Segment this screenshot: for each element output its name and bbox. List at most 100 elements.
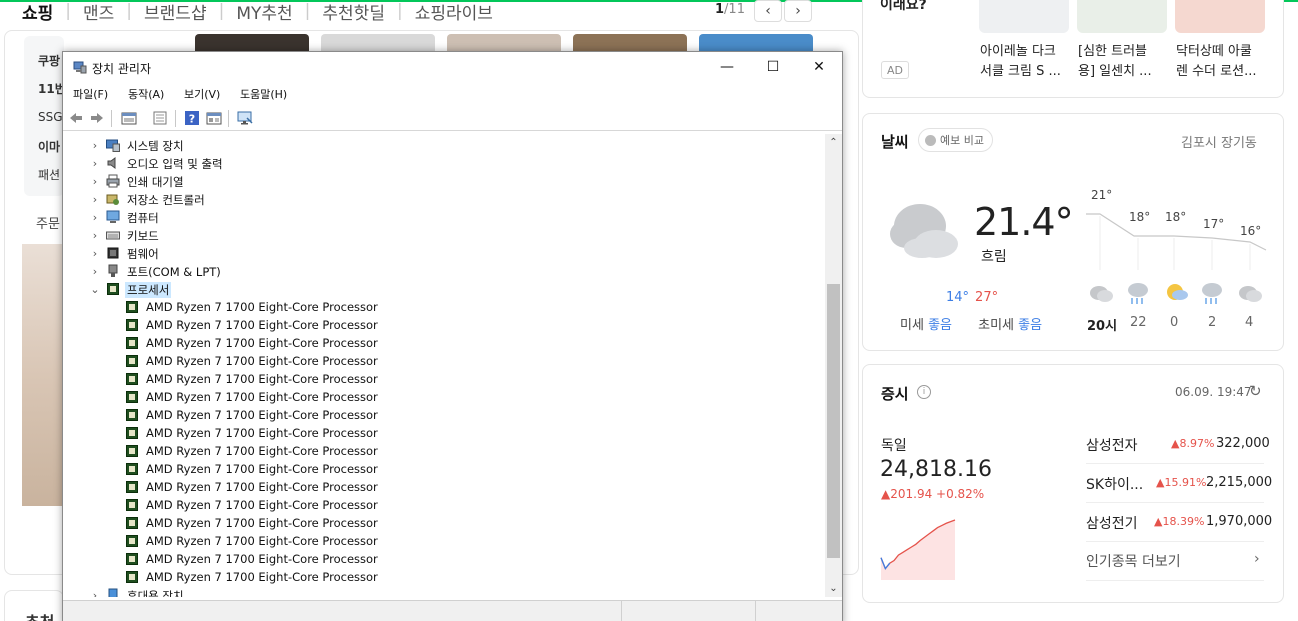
tree-device-processor[interactable]: AMD Ryzen 7 1700 Eight-Core Processor xyxy=(63,532,823,550)
stock-name[interactable]: 삼성전자 xyxy=(1086,435,1138,455)
tree-category[interactable]: ⌄ 프로세서 xyxy=(63,280,823,298)
close-button[interactable]: ✕ xyxy=(796,52,842,82)
tree-device-processor[interactable]: AMD Ryzen 7 1700 Eight-Core Processor xyxy=(63,424,823,442)
ad-product-image[interactable] xyxy=(1175,0,1265,33)
tree-device-processor[interactable]: AMD Ryzen 7 1700 Eight-Core Processor xyxy=(63,388,823,406)
ad-product-title[interactable]: 닥터상떼 아쿨 렌 수더 로션... xyxy=(1176,42,1268,82)
weather-location[interactable]: 김포시 장기동 xyxy=(1181,132,1257,151)
product-photo[interactable] xyxy=(22,244,64,506)
expand-arrow-icon[interactable]: › xyxy=(89,155,101,171)
chevron-right-icon[interactable]: › xyxy=(1254,551,1260,567)
menu-bar: 파일(F) 동작(A) 보기(V) 도움말(H) xyxy=(63,83,842,105)
tab-brandshop[interactable]: 브랜드샵 xyxy=(144,0,207,24)
mall-item[interactable]: 패션 xyxy=(38,166,60,183)
tab-mens[interactable]: 맨즈 xyxy=(83,0,114,24)
tree-device-processor[interactable]: AMD Ryzen 7 1700 Eight-Core Processor xyxy=(63,298,823,316)
menu-action[interactable]: 동작(A) xyxy=(128,86,164,102)
ad-product-image[interactable] xyxy=(979,0,1069,33)
expand-arrow-icon[interactable]: › xyxy=(89,227,101,243)
tree-device-processor[interactable]: AMD Ryzen 7 1700 Eight-Core Processor xyxy=(63,352,823,370)
menu-help[interactable]: 도움말(H) xyxy=(240,86,287,102)
forecast-compare-button[interactable]: 예보 비교 xyxy=(918,128,993,152)
storage-icon xyxy=(106,194,119,205)
shopping-tabs: 쇼핑 | 맨즈 | 브랜드샵 | MY추천 | 추천핫딜 | 쇼핑라이브 xyxy=(22,0,493,24)
info-icon[interactable]: i xyxy=(917,385,931,399)
tree-device-processor[interactable]: AMD Ryzen 7 1700 Eight-Core Processor xyxy=(63,496,823,514)
tab-shopping-live[interactable]: 쇼핑라이브 xyxy=(415,0,493,24)
tab-shopping[interactable]: 쇼핑 xyxy=(22,0,53,24)
tree-category[interactable]: › 오디오 입력 및 출력 xyxy=(63,154,823,172)
menu-view[interactable]: 보기(V) xyxy=(184,86,220,102)
processor-icon xyxy=(126,553,138,565)
mall-item[interactable]: 쿠팡 xyxy=(38,52,60,69)
processor-icon xyxy=(126,391,138,403)
scroll-up-button[interactable]: ⌃ xyxy=(825,134,842,151)
scrollbar-thumb[interactable] xyxy=(827,284,840,558)
tree-category[interactable]: › 포트(COM & LPT) xyxy=(63,262,823,280)
device-label: AMD Ryzen 7 1700 Eight-Core Processor xyxy=(146,534,378,548)
hour-label: 22 xyxy=(1130,315,1147,330)
tree-category[interactable]: › 휴대용 장치 xyxy=(63,586,823,597)
index-name[interactable]: 독일 xyxy=(881,435,907,455)
tree-category[interactable]: › 저장소 컨트롤러 xyxy=(63,190,823,208)
collapse-arrow-icon[interactable]: ⌄ xyxy=(89,281,101,297)
tree-device-processor[interactable]: AMD Ryzen 7 1700 Eight-Core Processor xyxy=(63,406,823,424)
properties-icon[interactable] xyxy=(121,110,137,126)
mall-item[interactable]: 이마 xyxy=(38,138,60,155)
weather-condition: 흐림 xyxy=(981,249,1007,265)
refresh-icon[interactable]: ↻ xyxy=(1249,382,1262,400)
next-page-button[interactable]: › xyxy=(784,0,812,22)
ad-text-line: [심한 트러블 xyxy=(1078,44,1148,59)
tree-device-processor[interactable]: AMD Ryzen 7 1700 Eight-Core Processor xyxy=(63,550,823,568)
processor-icon xyxy=(126,535,138,547)
hourly-temp: 18° xyxy=(1129,210,1151,224)
tree-category[interactable]: › 컴퓨터 xyxy=(63,208,823,226)
stock-name[interactable]: 삼성전기 xyxy=(1086,513,1138,533)
tree-category[interactable]: › 인쇄 대기열 xyxy=(63,172,823,190)
ad-product-title[interactable]: [심한 트러블 용] 일센치 ... xyxy=(1078,42,1170,82)
ad-product-image[interactable] xyxy=(1077,0,1167,33)
tab-my-recommend[interactable]: MY추천 xyxy=(236,0,292,24)
tree-category[interactable]: › 시스템 장치 xyxy=(63,136,823,154)
stock-price: 322,000 xyxy=(1216,436,1270,451)
title-bar[interactable]: 장치 관리자 — ☐ ✕ xyxy=(63,52,842,82)
ad-product-title[interactable]: 아이레놀 다크 서클 크림 S ... xyxy=(980,42,1072,82)
forward-icon[interactable] xyxy=(89,110,105,126)
update-icon[interactable] xyxy=(152,110,168,126)
help-icon[interactable]: ? xyxy=(184,110,200,126)
scroll-down-button[interactable]: ⌄ xyxy=(825,580,842,597)
expand-arrow-icon[interactable]: › xyxy=(89,263,101,279)
view-icon[interactable] xyxy=(206,110,222,126)
tree-device-processor[interactable]: AMD Ryzen 7 1700 Eight-Core Processor xyxy=(63,316,823,334)
ad-text-line: 아이레놀 다크 xyxy=(980,44,1056,59)
tree-device-processor[interactable]: AMD Ryzen 7 1700 Eight-Core Processor xyxy=(63,514,823,532)
tree-category[interactable]: › 키보드 xyxy=(63,226,823,244)
maximize-button[interactable]: ☐ xyxy=(750,52,796,82)
tree-device-processor[interactable]: AMD Ryzen 7 1700 Eight-Core Processor xyxy=(63,442,823,460)
vertical-scrollbar[interactable]: ⌃ ⌄ xyxy=(825,134,842,597)
expand-arrow-icon[interactable]: › xyxy=(89,209,101,225)
tree-device-processor[interactable]: AMD Ryzen 7 1700 Eight-Core Processor xyxy=(63,370,823,388)
expand-arrow-icon[interactable]: › xyxy=(89,587,101,598)
stock-name[interactable]: SK하이... xyxy=(1086,474,1143,494)
device-label: 키보드 xyxy=(127,229,159,243)
mall-item[interactable]: SSG xyxy=(38,110,63,124)
tree-device-processor[interactable]: AMD Ryzen 7 1700 Eight-Core Processor xyxy=(63,334,823,352)
expand-arrow-icon[interactable]: › xyxy=(89,245,101,261)
tree-device-processor[interactable]: AMD Ryzen 7 1700 Eight-Core Processor xyxy=(63,568,823,586)
popular-stocks-link[interactable]: 인기종목 더보기 xyxy=(1086,551,1181,571)
tab-hotdeal[interactable]: 추천핫딜 xyxy=(322,0,385,24)
menu-file[interactable]: 파일(F) xyxy=(73,86,108,102)
expand-arrow-icon[interactable]: › xyxy=(89,191,101,207)
minimize-button[interactable]: — xyxy=(704,52,750,82)
expand-arrow-icon[interactable]: › xyxy=(89,173,101,189)
back-icon[interactable] xyxy=(68,110,84,126)
expand-arrow-icon[interactable]: › xyxy=(89,137,101,153)
tree-category[interactable]: › 펌웨어 xyxy=(63,244,823,262)
tree-device-processor[interactable]: AMD Ryzen 7 1700 Eight-Core Processor xyxy=(63,460,823,478)
tree-device-processor[interactable]: AMD Ryzen 7 1700 Eight-Core Processor xyxy=(63,478,823,496)
monitor-icon[interactable] xyxy=(237,110,253,126)
maximize-icon: ☐ xyxy=(766,59,780,75)
prev-page-button[interactable]: ‹ xyxy=(754,0,782,22)
device-manager-icon xyxy=(73,61,87,74)
